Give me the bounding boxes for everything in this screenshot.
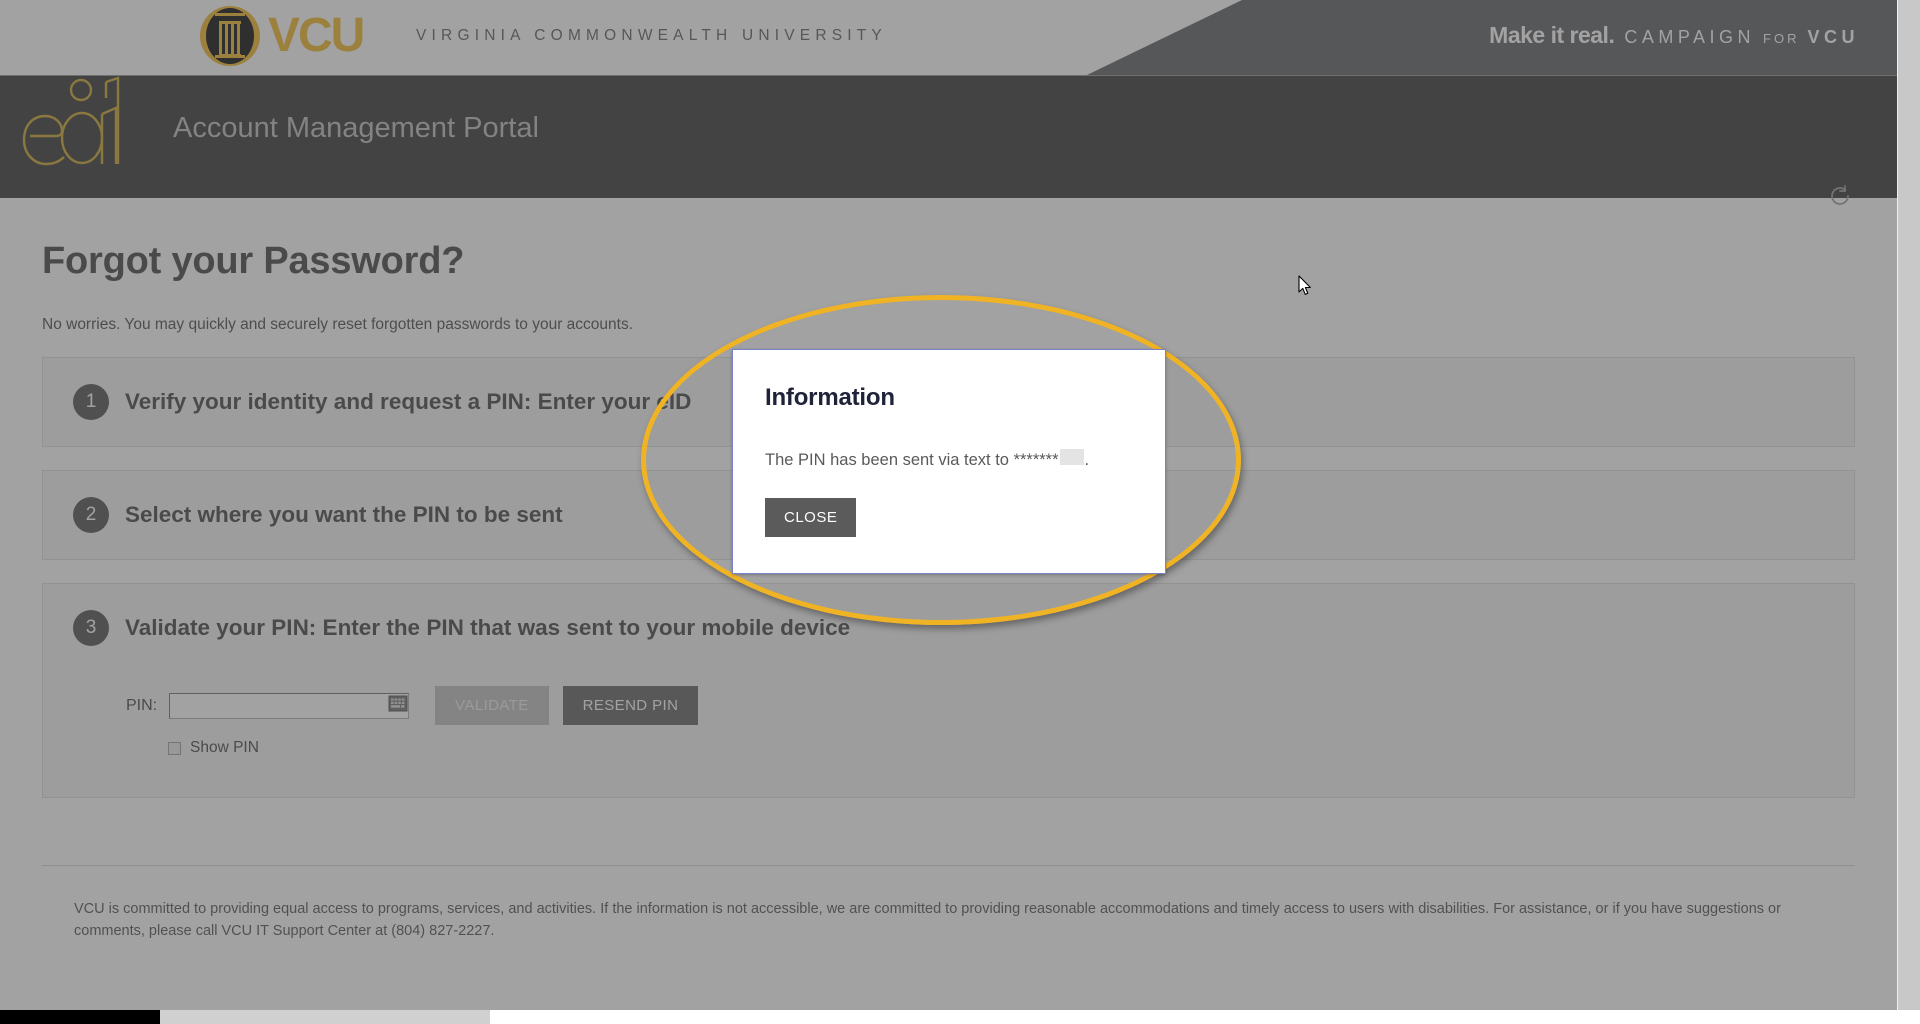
accessibility-footer-text: VCU is committed to providing equal acce… — [74, 901, 1781, 940]
dialog-message: The PIN has been sent via text to ******… — [765, 449, 1133, 470]
vertical-scrollbar[interactable] — [1897, 0, 1920, 1010]
main-content: Forgot your Password? No worries. You ma… — [0, 240, 1897, 943]
vcu-wordmark: VCU — [268, 9, 365, 62]
refresh-ccw-icon[interactable] — [1828, 184, 1852, 208]
footer-divider — [42, 865, 1855, 866]
dialog-message-prefix: The PIN has been sent via text to — [765, 451, 1009, 469]
step-title-2: Select where you want the PIN to be sent — [125, 502, 563, 527]
validate-button[interactable]: VALIDATE — [435, 686, 549, 725]
dialog-message-suffix: . — [1084, 451, 1090, 469]
step-title-3: Validate your PIN: Enter the PIN that wa… — [125, 615, 851, 640]
vcu-brand-bar: VCU VIRGINIA COMMONWEALTH UNIVERSITY Mak… — [0, 0, 1897, 75]
forgot-password-subtitle: No worries. You may quickly and securely… — [42, 316, 634, 333]
pin-input-wrapper — [169, 692, 410, 719]
step-title-1: Verify your identity and request a PIN: … — [125, 389, 692, 414]
dialog-close-button[interactable]: CLOSE — [765, 498, 857, 537]
pin-entry-row: PIN: VALIDATE RESEND PIN — [126, 686, 1824, 725]
show-pin-checkbox[interactable] — [168, 741, 181, 755]
step-number-badge: 2 — [73, 497, 109, 533]
show-pin-row: Show PIN — [168, 739, 1824, 757]
resend-pin-button[interactable]: RESEND PIN — [562, 686, 699, 725]
redaction-box — [1059, 449, 1084, 465]
campaign-tagline: Make it real. — [1489, 22, 1615, 48]
eid-logo-icon[interactable] — [18, 68, 128, 168]
vcu-seal-icon — [200, 6, 260, 66]
show-pin-label: Show PIN — [190, 739, 259, 756]
pin-input[interactable] — [169, 692, 410, 719]
page-title: Account Management Portal — [173, 112, 539, 144]
campaign-lockup: Make it real. CAMPAIGN FOR VCU — [1489, 22, 1859, 49]
dialog-title: Information — [765, 384, 895, 411]
university-name: VIRGINIA COMMONWEALTH UNIVERSITY — [416, 27, 887, 44]
campaign-vcu: VCU — [1807, 27, 1859, 47]
pin-label: PIN: — [126, 696, 158, 714]
campaign-for: FOR — [1763, 31, 1800, 46]
step-number-badge: 1 — [73, 384, 109, 420]
step-number-badge: 3 — [73, 610, 109, 646]
portal-header: Account Management Portal — [0, 75, 1897, 205]
dialog-masked-number: ******* — [1013, 451, 1059, 469]
campaign-word: CAMPAIGN — [1624, 27, 1756, 47]
forgot-password-heading: Forgot your Password? — [42, 240, 465, 282]
step-panel-3: 3 Validate your PIN: Enter the PIN that … — [42, 583, 1855, 798]
vcu-logo[interactable]: VCU — [200, 6, 365, 66]
step-header-3: 3 Validate your PIN: Enter the PIN that … — [73, 610, 1824, 646]
browser-viewport: VCU VIRGINIA COMMONWEALTH UNIVERSITY Mak… — [0, 0, 1920, 1024]
horizontal-scrollbar-track[interactable] — [160, 1010, 490, 1024]
horizontal-scrollbar[interactable] — [0, 1010, 1920, 1024]
information-dialog: Information The PIN has been sent via te… — [732, 349, 1166, 574]
virtual-keyboard-icon[interactable] — [388, 695, 408, 712]
horizontal-scrollbar-thumb[interactable] — [0, 1010, 160, 1024]
